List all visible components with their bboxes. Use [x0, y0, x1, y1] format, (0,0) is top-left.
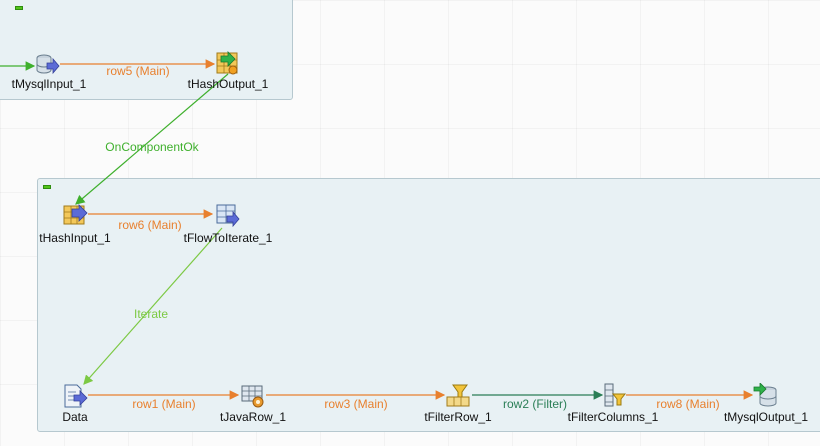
hash-input-icon[interactable] — [62, 202, 88, 228]
link-label-iterate[interactable]: Iterate — [134, 307, 168, 321]
component-label-hash-input[interactable]: tHashInput_1 — [39, 231, 110, 245]
component-label-hash-output[interactable]: tHashOutput_1 — [188, 77, 269, 91]
component-label-flow-to-iterate[interactable]: tFlowToIterate_1 — [184, 231, 273, 245]
file-input-icon[interactable] — [62, 383, 88, 409]
component-label-filter-columns[interactable]: tFilterColumns_1 — [568, 410, 659, 424]
component-label-filter-row[interactable]: tFilterRow_1 — [424, 410, 491, 424]
flow-to-iterate-icon[interactable] — [214, 202, 240, 228]
database-output-icon[interactable] — [753, 382, 779, 409]
link-on-component-ok[interactable] — [75, 73, 229, 205]
link-label-row6[interactable]: row6 (Main) — [118, 218, 181, 232]
java-row-icon[interactable] — [240, 383, 266, 409]
database-input-icon[interactable] — [34, 52, 60, 78]
link-label-row2[interactable]: row2 (Filter) — [503, 397, 567, 411]
component-label-mysql-output[interactable]: tMysqlOutput_1 — [724, 410, 808, 424]
link-iterate[interactable] — [83, 227, 223, 385]
link-label-row3[interactable]: row3 (Main) — [324, 397, 387, 411]
component-label-java-row[interactable]: tJavaRow_1 — [220, 410, 286, 424]
link-label-row1[interactable]: row1 (Main) — [132, 397, 195, 411]
hash-output-icon[interactable] — [215, 50, 241, 76]
link-label-row8[interactable]: row8 (Main) — [656, 397, 719, 411]
link-label-on-component-ok[interactable]: OnComponentOk — [105, 140, 198, 154]
component-label-mysql-input[interactable]: tMysqlInput_1 — [12, 77, 87, 91]
filter-columns-icon[interactable] — [601, 382, 627, 408]
component-label-data[interactable]: Data — [62, 410, 87, 424]
filter-icon[interactable] — [445, 383, 471, 409]
link-label-row5[interactable]: row5 (Main) — [106, 64, 169, 78]
